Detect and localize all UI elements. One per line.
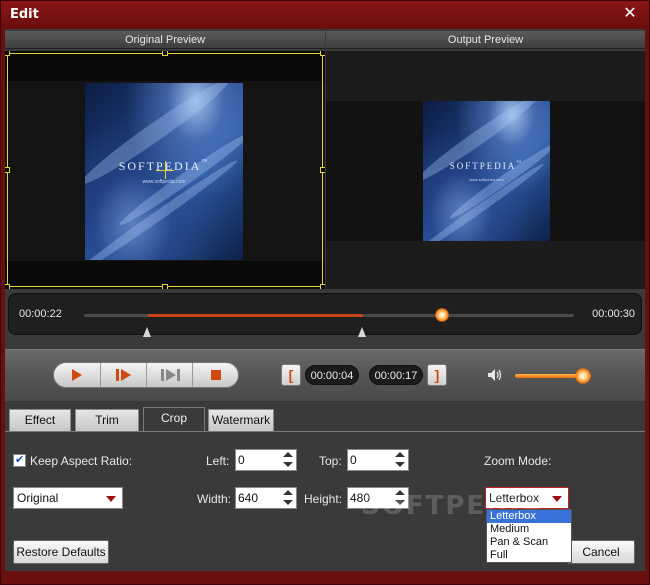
chevron-down-icon — [552, 496, 562, 502]
left-up-icon[interactable] — [283, 452, 293, 457]
close-button[interactable]: ✕ — [621, 5, 639, 23]
start-time-display: 00:00:04 — [305, 365, 359, 385]
top-input[interactable] — [350, 452, 388, 468]
top-stepper[interactable] — [347, 449, 409, 471]
set-end-button[interactable]: ] — [427, 364, 447, 386]
crop-handle-top-left[interactable] — [5, 51, 10, 56]
output-logo-text: SOFTPEDIA™ — [449, 161, 524, 171]
title-bar: Edit ✕ — [1, 1, 649, 29]
output-preview: SOFTPEDIA™ www.softpedia.com — [326, 51, 645, 289]
chevron-down-icon — [106, 496, 116, 502]
total-time: 00:00:30 — [592, 308, 635, 320]
width-up-icon[interactable] — [283, 490, 293, 495]
top-up-icon[interactable] — [395, 452, 405, 457]
transport-bar — [53, 362, 239, 388]
cancel-button[interactable]: Cancel — [567, 540, 635, 564]
tab-effect[interactable]: Effect — [9, 409, 71, 431]
left-stepper[interactable] — [235, 449, 297, 471]
current-time: 00:00:22 — [19, 308, 62, 320]
zoom-option-medium[interactable]: Medium — [487, 523, 571, 536]
crop-center-crosshair-v — [165, 161, 166, 179]
keep-aspect-checkbox[interactable]: ✔ — [13, 454, 26, 467]
height-label: Height: — [304, 492, 343, 506]
left-label: Left: — [206, 454, 230, 468]
top-label: Top: — [319, 454, 342, 468]
height-stepper[interactable] — [347, 487, 409, 509]
width-label: Width: — [197, 492, 232, 506]
zoom-option-pan-scan[interactable]: Pan & Scan — [487, 536, 571, 549]
keep-aspect-label: Keep Aspect Ratio: — [30, 454, 133, 468]
timeline: 00:00:22 00:00:30 — [8, 293, 642, 335]
crop-handle-bottom-left[interactable] — [5, 284, 10, 289]
crop-handle-right[interactable] — [320, 167, 325, 173]
output-url-text: www.softpedia.com — [469, 177, 504, 182]
stop-icon — [211, 370, 221, 380]
trim-start-marker[interactable] — [142, 327, 151, 337]
zoom-mode-dropdown: Letterbox Medium Pan & Scan Full — [486, 509, 572, 563]
next-frame-icon — [116, 369, 119, 381]
volume-knob[interactable] — [575, 368, 592, 384]
height-down-icon[interactable] — [395, 500, 405, 505]
width-down-icon[interactable] — [283, 500, 293, 505]
trim-end-marker[interactable] — [358, 327, 367, 337]
tab-watermark[interactable]: Watermark — [208, 409, 274, 431]
tab-crop[interactable]: Crop — [143, 407, 205, 431]
crop-handle-top[interactable] — [162, 51, 168, 56]
close-icon: ✕ — [623, 5, 637, 22]
height-up-icon[interactable] — [395, 490, 405, 495]
set-start-button[interactable]: [ — [281, 364, 301, 386]
play-button[interactable] — [54, 363, 100, 387]
stop-button[interactable] — [192, 363, 238, 387]
step-button[interactable] — [146, 363, 192, 387]
width-input[interactable] — [238, 490, 276, 506]
playhead-knob[interactable] — [434, 308, 449, 322]
aspect-ratio-value: Original — [17, 491, 59, 505]
zoom-option-letterbox[interactable]: Letterbox — [487, 510, 571, 523]
playback-controls: [ 00:00:04 00:00:17 ] — [5, 349, 645, 401]
original-preview-header: Original Preview — [5, 31, 325, 49]
edit-window: Edit ✕ Original Preview Output Preview S… — [0, 0, 650, 585]
height-input[interactable] — [350, 490, 388, 506]
zoom-mode-select[interactable]: Letterbox — [485, 487, 569, 509]
top-down-icon[interactable] — [395, 462, 405, 467]
window-title: Edit — [10, 7, 39, 22]
play-icon — [72, 369, 82, 381]
crop-handle-bottom[interactable] — [162, 284, 168, 289]
zoom-option-full[interactable]: Full — [487, 549, 571, 562]
left-input[interactable] — [238, 452, 276, 468]
crop-handle-left[interactable] — [5, 167, 10, 173]
crop-handle-top-right[interactable] — [320, 51, 325, 56]
next-frame-button[interactable] — [100, 363, 146, 387]
output-preview-image: SOFTPEDIA™ www.softpedia.com — [423, 101, 550, 241]
restore-defaults-button[interactable]: Restore Defaults — [13, 540, 109, 564]
timeline-track[interactable] — [84, 314, 574, 317]
zoom-mode-label: Zoom Mode: — [484, 454, 552, 468]
edit-tabs: Effect Trim Crop Watermark — [5, 407, 645, 431]
step-icon — [161, 369, 164, 381]
aspect-ratio-select[interactable]: Original — [13, 487, 123, 509]
end-time-display: 00:00:17 — [369, 365, 423, 385]
check-icon: ✔ — [15, 454, 25, 466]
crop-handle-bottom-right[interactable] — [320, 284, 325, 289]
output-preview-header: Output Preview — [326, 31, 645, 49]
selection-range — [147, 314, 364, 317]
zoom-mode-value: Letterbox — [489, 491, 540, 505]
speaker-icon[interactable] — [487, 368, 503, 382]
tab-trim[interactable]: Trim — [75, 409, 139, 431]
original-preview: SOFTPEDIA™ www.softpedia.com — [5, 51, 325, 289]
width-stepper[interactable] — [235, 487, 297, 509]
left-down-icon[interactable] — [283, 462, 293, 467]
